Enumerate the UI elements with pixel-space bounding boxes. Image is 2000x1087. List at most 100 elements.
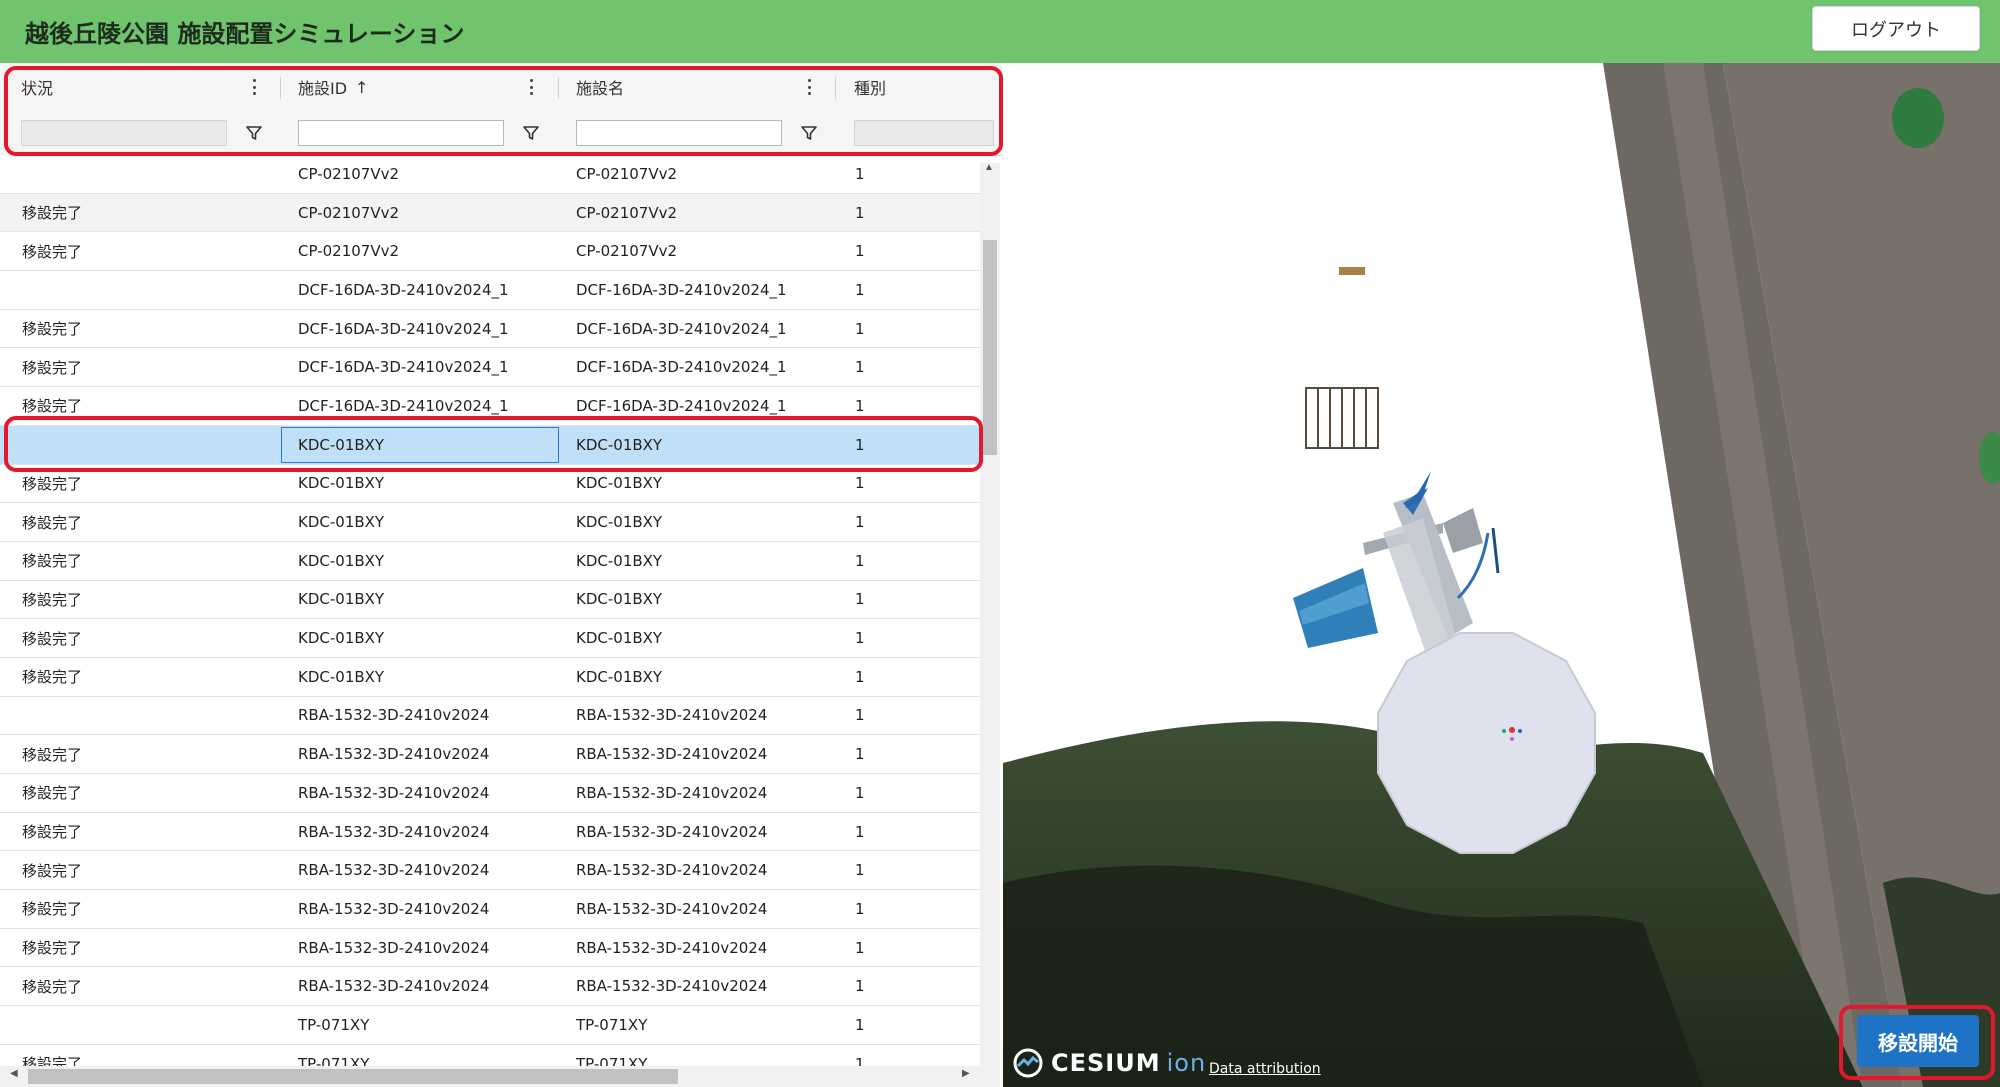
status-cell[interactable]: 移設完了 [22, 232, 82, 270]
table-row[interactable]: 移設完了 CP-02107Vv2 CP-02107Vv2 1 [0, 232, 980, 272]
table-row[interactable]: CP-02107Vv2 CP-02107Vv2 1 [0, 155, 980, 194]
facility-id-cell[interactable]: KDC-01BXY [298, 619, 384, 657]
table-row[interactable]: 移設完了 RBA-1532-3D-2410v2024 RBA-1532-3D-241… [0, 812, 980, 852]
type-cell[interactable]: 1 [855, 465, 865, 503]
table-row[interactable]: 移設完了 RBA-1532-3D-2410v2024 RBA-1532-3D-241… [0, 774, 980, 813]
filter-icon[interactable] [245, 124, 263, 142]
table-row[interactable]: 移設完了 RBA-1532-3D-2410v2024 RBA-1532-3D-241… [0, 890, 980, 929]
column-divider[interactable] [558, 77, 559, 99]
facility-name-cell[interactable]: KDC-01BXY [576, 503, 662, 541]
type-cell[interactable]: 1 [855, 967, 865, 1005]
table-row[interactable]: 移設完了 KDC-01BXY KDC-01BXY 1 [0, 657, 980, 697]
type-cell[interactable]: 1 [855, 271, 865, 309]
facility-name-cell[interactable]: DCF-16DA-3D-2410v2024_1 [576, 387, 787, 425]
table-row-selected[interactable]: KDC-01BXY KDC-01BXY 1 [0, 425, 980, 465]
status-cell[interactable]: 移設完了 [22, 967, 82, 1005]
facility-name-cell[interactable]: RBA-1532-3D-2410v2024 [576, 890, 767, 928]
facility-name-cell[interactable]: KDC-01BXY [576, 542, 662, 580]
table-row[interactable]: 移設完了 KDC-01BXY KDC-01BXY 1 [0, 503, 980, 542]
type-cell[interactable]: 1 [855, 851, 865, 889]
table-row[interactable]: 移設完了 KDC-01BXY KDC-01BXY 1 [0, 464, 980, 504]
vertical-scrollbar-thumb[interactable] [983, 240, 997, 455]
type-cell[interactable]: 1 [855, 929, 865, 967]
table-row[interactable]: RBA-1532-3D-2410v2024 RBA-1532-3D-2410v20… [0, 696, 980, 736]
facility-name-cell[interactable]: KDC-01BXY [576, 465, 662, 503]
table-row[interactable]: 移設完了 DCF-16DA-3D-2410v2024_1 DCF-16DA-3D-2… [0, 348, 980, 388]
status-cell[interactable]: 移設完了 [22, 890, 82, 928]
table-row[interactable]: 移設完了 RBA-1532-3D-2410v2024 RBA-1532-3D-241… [0, 851, 980, 891]
type-cell[interactable]: 1 [855, 735, 865, 773]
column-menu-icon[interactable] [249, 77, 259, 97]
facility-id-cell[interactable]: RBA-1532-3D-2410v2024 [298, 929, 489, 967]
table-row[interactable]: 移設完了 TP-071XY TP-071XY 1 [0, 1044, 980, 1066]
type-cell[interactable]: 1 [855, 503, 865, 541]
type-cell[interactable]: 1 [855, 194, 865, 232]
facility-id-cell[interactable]: DCF-16DA-3D-2410v2024_1 [298, 310, 509, 348]
facility-id-cell[interactable]: KDC-01BXY [298, 542, 384, 580]
facility-id-cell[interactable]: KDC-01BXY [298, 581, 384, 619]
type-cell[interactable]: 1 [855, 890, 865, 928]
status-cell[interactable]: 移設完了 [22, 619, 82, 657]
facility-id-filter-input[interactable] [298, 120, 504, 146]
column-header-facility-id[interactable]: 施設ID ↑ [298, 63, 368, 111]
facility-name-cell[interactable]: KDC-01BXY [576, 581, 662, 619]
type-cell[interactable]: 1 [855, 232, 865, 270]
table-row[interactable]: 移設完了 RBA-1532-3D-2410v2024 RBA-1532-3D-241… [0, 735, 980, 774]
status-cell[interactable]: 移設完了 [22, 658, 82, 696]
status-cell[interactable]: 移設完了 [22, 929, 82, 967]
facility-name-cell[interactable]: TP-071XY [576, 1045, 647, 1066]
table-row[interactable]: 移設完了 RBA-1532-3D-2410v2024 RBA-1532-3D-241… [0, 928, 980, 968]
table-row[interactable]: 移設完了 DCF-16DA-3D-2410v2024_1 DCF-16DA-3D-2… [0, 387, 980, 426]
type-cell[interactable]: 1 [855, 774, 865, 812]
facility-name-cell[interactable]: RBA-1532-3D-2410v2024 [576, 774, 767, 812]
facility-id-cell[interactable]: CP-02107Vv2 [298, 194, 399, 232]
table-row[interactable]: TP-071XY TP-071XY 1 [0, 1006, 980, 1045]
facility-id-cell[interactable]: DCF-16DA-3D-2410v2024_1 [298, 387, 509, 425]
facility-name-cell[interactable]: KDC-01BXY [576, 426, 662, 464]
facility-id-cell[interactable]: DCF-16DA-3D-2410v2024_1 [298, 271, 509, 309]
facility-name-cell[interactable]: CP-02107Vv2 [576, 194, 677, 232]
facility-id-cell[interactable]: KDC-01BXY [298, 658, 384, 696]
facility-name-cell[interactable]: TP-071XY [576, 1006, 647, 1044]
table-row[interactable]: 移設完了 RBA-1532-3D-2410v2024 RBA-1532-3D-241… [0, 967, 980, 1007]
facility-id-cell[interactable]: RBA-1532-3D-2410v2024 [298, 890, 489, 928]
column-divider[interactable] [835, 77, 836, 99]
scroll-right-arrow-icon[interactable]: ▶ [962, 1068, 970, 1079]
type-cell[interactable]: 1 [855, 1045, 865, 1066]
facility-id-cell[interactable]: RBA-1532-3D-2410v2024 [298, 813, 489, 851]
facility-id-cell[interactable]: RBA-1532-3D-2410v2024 [298, 851, 489, 889]
status-cell[interactable]: 移設完了 [22, 813, 82, 851]
type-cell[interactable]: 1 [855, 426, 865, 464]
facility-id-cell[interactable]: TP-071XY [298, 1006, 369, 1044]
type-cell[interactable]: 1 [855, 619, 865, 657]
type-cell[interactable]: 1 [855, 813, 865, 851]
scroll-left-arrow-icon[interactable]: ◀ [10, 1068, 18, 1079]
data-attribution-link[interactable]: Data attribution [1209, 1061, 1321, 1077]
facility-id-cell[interactable]: RBA-1532-3D-2410v2024 [298, 967, 489, 1005]
facility-name-cell[interactable]: DCF-16DA-3D-2410v2024_1 [576, 271, 787, 309]
table-row[interactable]: DCF-16DA-3D-2410v2024_1 DCF-16DA-3D-2410v… [0, 271, 980, 310]
type-cell[interactable]: 1 [855, 1006, 865, 1044]
facility-id-cell[interactable]: RBA-1532-3D-2410v2024 [298, 735, 489, 773]
column-header-facility-name[interactable]: 施設名 [576, 63, 624, 111]
status-cell[interactable]: 移設完了 [22, 310, 82, 348]
type-cell[interactable]: 1 [855, 387, 865, 425]
table-row[interactable]: 移設完了 KDC-01BXY KDC-01BXY 1 [0, 619, 980, 658]
facility-name-cell[interactable]: RBA-1532-3D-2410v2024 [576, 735, 767, 773]
type-cell[interactable]: 1 [855, 658, 865, 696]
table-row[interactable]: 移設完了 KDC-01BXY KDC-01BXY 1 [0, 541, 980, 581]
status-cell[interactable]: 移設完了 [22, 194, 82, 232]
facility-name-cell[interactable]: CP-02107Vv2 [576, 232, 677, 270]
facility-id-cell[interactable]: RBA-1532-3D-2410v2024 [298, 774, 489, 812]
facility-name-cell[interactable]: DCF-16DA-3D-2410v2024_1 [576, 348, 787, 386]
status-cell[interactable]: 移設完了 [22, 465, 82, 503]
logout-button[interactable]: ログアウト [1812, 6, 1980, 51]
column-header-type[interactable]: 種別 [854, 63, 886, 111]
column-menu-icon[interactable] [804, 77, 814, 97]
status-cell[interactable]: 移設完了 [22, 851, 82, 889]
facility-id-cell[interactable]: CP-02107Vv2 [298, 232, 399, 270]
status-cell[interactable]: 移設完了 [22, 774, 82, 812]
status-cell[interactable]: 移設完了 [22, 735, 82, 773]
type-cell[interactable]: 1 [855, 542, 865, 580]
type-cell[interactable]: 1 [855, 697, 865, 735]
